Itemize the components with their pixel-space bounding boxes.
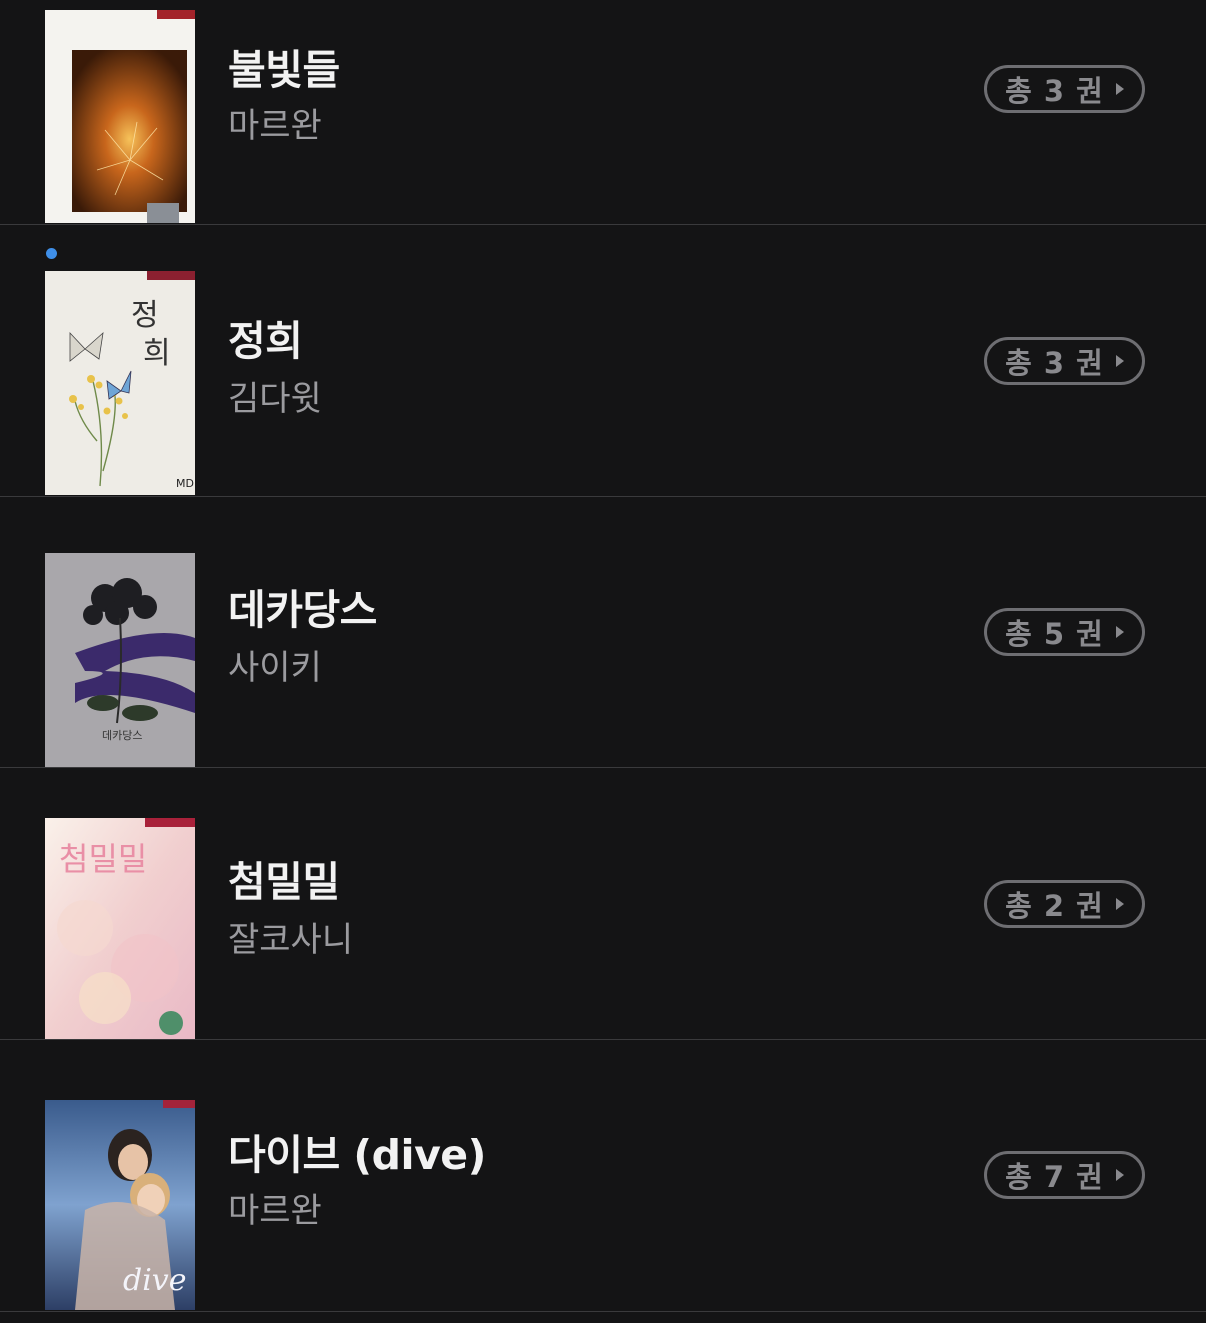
volume-count-button[interactable]: 총 7 권 (984, 1151, 1145, 1199)
volume-count-button[interactable]: 총 3 권 (984, 65, 1145, 113)
book-author: 마르완 (228, 1191, 322, 1231)
sparkler-cover-icon (45, 10, 195, 223)
pink-watercolor-cover-icon: 첨밀밀 (45, 818, 195, 1039)
book-list: 불빛들 마르완 총 3 권 정 희 MD 정희 김다윗 총 3 권 데카당스 데… (0, 0, 1206, 1323)
book-cover-image[interactable] (45, 10, 195, 223)
book-row[interactable]: 첨밀밀 첨밀밀 잘코사니 총 2 권 (0, 768, 1206, 1040)
book-title: 다이브 (dive) (228, 1131, 486, 1179)
svg-text:희: 희 (143, 336, 171, 371)
book-cover-image[interactable]: dive (45, 1100, 195, 1310)
triangle-right-icon (1115, 626, 1124, 638)
volume-count-label: 총 5 권 (1005, 617, 1104, 651)
book-cover-image[interactable]: 첨밀밀 (45, 818, 195, 1039)
svg-text:데카당스: 데카당스 (102, 729, 142, 742)
triangle-right-icon (1115, 355, 1124, 367)
book-title: 첨밀밀 (228, 858, 340, 906)
book-row[interactable]: 정 희 MD 정희 김다윗 총 3 권 (0, 225, 1206, 497)
book-cover-image[interactable]: 데카당스 (45, 553, 195, 767)
book-author: 마르완 (228, 106, 322, 146)
svg-text:MD: MD (176, 477, 194, 490)
volume-count-button[interactable]: 총 5 권 (984, 608, 1145, 656)
triangle-right-icon (1115, 1169, 1124, 1181)
volume-count-label: 총 2 권 (1005, 889, 1104, 923)
book-title: 불빛들 (228, 46, 340, 94)
unread-dot-indicator (46, 248, 57, 259)
volume-count-button[interactable]: 총 2 권 (984, 880, 1145, 928)
book-author: 사이키 (228, 648, 322, 688)
svg-text:정: 정 (131, 298, 159, 333)
book-row[interactable]: 불빛들 마르완 총 3 권 (0, 0, 1206, 225)
volume-count-label: 총 3 권 (1005, 74, 1104, 108)
volume-count-label: 총 3 권 (1005, 346, 1104, 380)
book-row[interactable]: 데카당스 데카당스 사이키 총 5 권 (0, 497, 1206, 768)
butterfly-flower-cover-icon: 정 희 MD (45, 271, 195, 495)
svg-text:첨밀밀: 첨밀밀 (59, 840, 147, 878)
book-cover-image[interactable]: 정 희 MD (45, 271, 195, 495)
volume-count-label: 총 7 권 (1005, 1160, 1104, 1194)
book-author: 김다윗 (228, 379, 322, 419)
triangle-right-icon (1115, 83, 1124, 95)
volume-count-button[interactable]: 총 3 권 (984, 337, 1145, 385)
triangle-right-icon (1115, 898, 1124, 910)
book-title: 데카당스 (228, 586, 377, 634)
couple-illustration-cover-icon: dive (45, 1100, 195, 1310)
book-title: 정희 (228, 317, 303, 365)
black-rose-ribbon-cover-icon: 데카당스 (45, 553, 195, 767)
book-author: 잘코사니 (228, 920, 354, 960)
svg-text:dive: dive (123, 1263, 187, 1298)
book-row[interactable]: dive 다이브 (dive) 마르완 총 7 권 (0, 1040, 1206, 1312)
